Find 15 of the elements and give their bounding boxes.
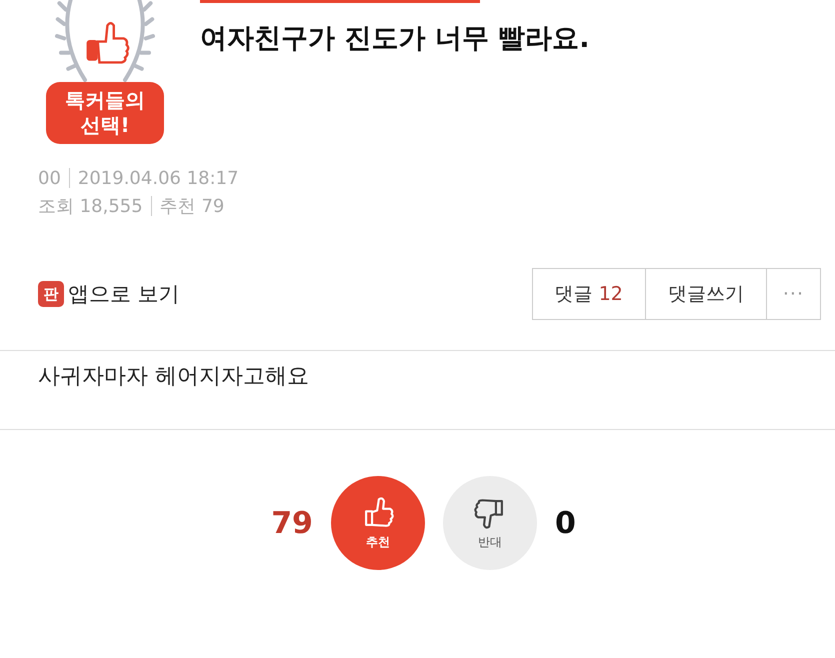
dislike-button[interactable]: 반대 <box>442 476 537 570</box>
view-count: 조회 18,555 <box>38 195 143 218</box>
recommend-count: 추천 79 <box>160 195 224 218</box>
app-link[interactable]: 앱으로 보기 <box>68 280 180 308</box>
post-content: 사귀자마자 헤어지자고해요 <box>37 363 310 391</box>
app-icon[interactable]: 판 <box>38 281 64 307</box>
comments-button[interactable]: 댓글 12 <box>532 268 646 320</box>
like-button[interactable]: 추천 <box>330 476 425 570</box>
post-date: 2019.04.06 18:17 <box>78 168 239 188</box>
badge-label: 톡커들의 선택! <box>46 82 164 144</box>
author-name: 00 <box>38 168 61 188</box>
vote-count: 0 <box>554 506 576 540</box>
write-comment-button[interactable]: 댓글쓰기 <box>644 268 767 320</box>
post-title: 여자친구가 진도가 너무 빨라요. <box>200 22 590 56</box>
vote-count: 79 <box>271 506 313 540</box>
